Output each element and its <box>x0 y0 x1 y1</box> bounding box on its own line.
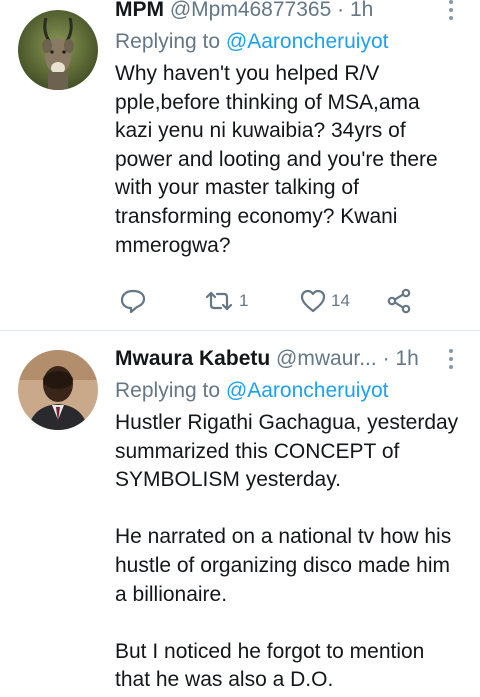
mention-link[interactable]: @Aaroncheruiyot <box>226 30 389 53</box>
timestamp[interactable]: 1h <box>350 0 373 21</box>
share-button[interactable] <box>385 286 413 316</box>
avatar-image <box>18 10 98 90</box>
like-button[interactable]: 14 <box>299 286 350 316</box>
like-count: 14 <box>331 291 350 310</box>
avatar-image <box>18 350 98 430</box>
reply-icon <box>120 289 146 314</box>
tweet-header: MPM @Mpm46877365 · 1h <box>115 0 462 24</box>
tweet-header: Mwaura Kabetu @mwaur... · 1h <box>115 345 462 373</box>
more-vertical-icon[interactable] <box>448 349 454 371</box>
author-name[interactable]: Mwaura Kabetu <box>115 347 270 370</box>
tweet-text: Why haven't you helped R/V pple,before t… <box>115 62 438 257</box>
separator-dot: · <box>337 0 345 21</box>
tweet-content: Mwaura Kabetu @mwaur... · 1h Replying to… <box>115 345 462 695</box>
tweet-actions: 1 14 <box>115 286 435 316</box>
tweet[interactable]: Mwaura Kabetu @mwaur... · 1h Replying to… <box>0 331 480 697</box>
replying-to-label: Replying to <box>115 379 226 402</box>
mention-link[interactable]: @Aaroncheruiyot <box>226 379 389 402</box>
tweet-text: Hustler Rigathi Gachagua, yesterday summ… <box>115 411 459 692</box>
share-icon <box>387 288 411 314</box>
author-handle[interactable]: @Mpm46877365 <box>170 0 331 21</box>
replying-to-label: Replying to <box>115 30 226 53</box>
avatar[interactable] <box>18 10 98 90</box>
reply-button[interactable] <box>119 286 147 316</box>
avatar[interactable] <box>18 350 98 430</box>
replying-to: Replying to @Aaroncheruiyot <box>115 28 462 56</box>
author-handle[interactable]: @mwaur... <box>276 347 377 370</box>
heart-icon <box>300 289 326 313</box>
tweet-content: MPM @Mpm46877365 · 1h Replying to @Aaron… <box>115 0 462 260</box>
retweet-button[interactable]: 1 <box>203 286 248 316</box>
tweet[interactable]: MPM @Mpm46877365 · 1h Replying to @Aaron… <box>0 0 480 330</box>
retweet-icon <box>205 291 233 311</box>
replying-to: Replying to @Aaroncheruiyot <box>115 377 462 405</box>
more-vertical-icon[interactable] <box>448 0 454 22</box>
author-name[interactable]: MPM <box>115 0 164 21</box>
separator-dot: · <box>382 347 390 370</box>
retweet-count: 1 <box>239 291 249 310</box>
timestamp[interactable]: 1h <box>395 347 418 370</box>
